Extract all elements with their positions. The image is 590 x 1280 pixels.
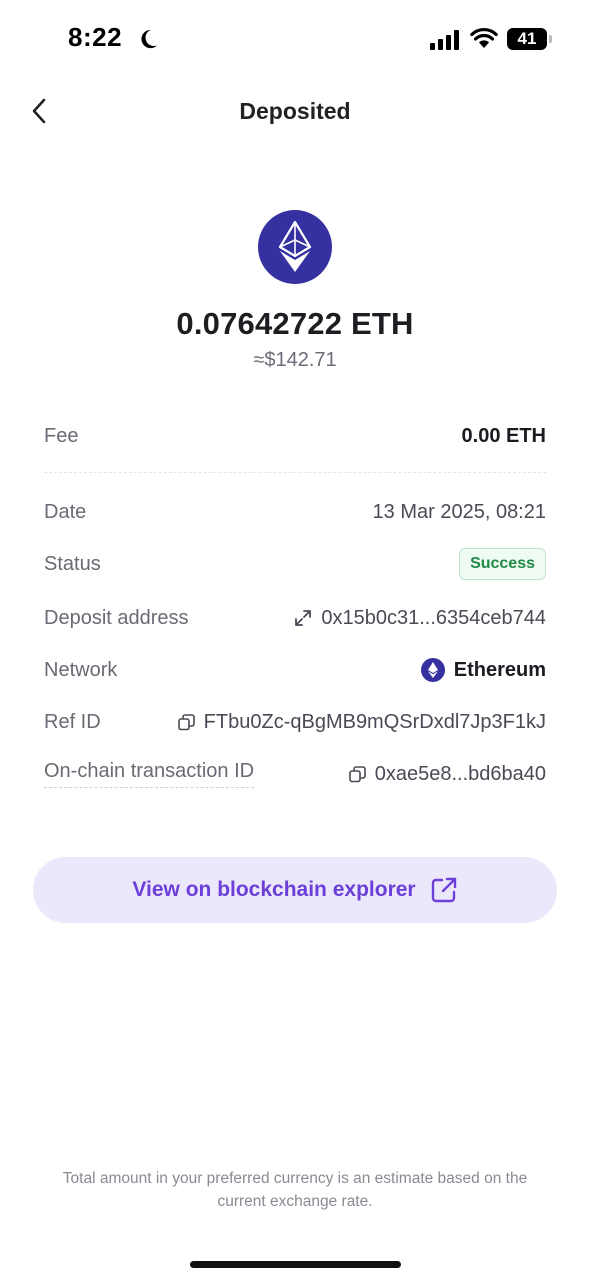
network-label: Network xyxy=(44,658,118,681)
ethereum-icon xyxy=(258,210,332,284)
tx-id-text: 0xae5e8...bd6ba40 xyxy=(374,762,546,785)
battery-icon: 41 xyxy=(507,28,552,50)
status-row: Status Success xyxy=(44,548,546,580)
fee-row: Fee 0.00 ETH xyxy=(44,421,546,451)
ref-id-row: Ref ID FTbu0Zc-qBgMB9mQSrDxdl7Jp3F1kJ xyxy=(44,707,546,737)
status-time: 8:22 xyxy=(68,22,123,52)
ethereum-small-icon xyxy=(420,658,445,682)
network-text: Ethereum xyxy=(453,658,546,681)
network-value: Ethereum xyxy=(420,658,546,682)
expand-arrows-icon[interactable] xyxy=(294,609,312,627)
network-row: Network Ethereum xyxy=(44,655,546,685)
battery-level: 41 xyxy=(517,29,537,48)
wifi-icon xyxy=(470,27,498,48)
ref-id-label: Ref ID xyxy=(44,710,101,733)
ref-id-value[interactable]: FTbu0Zc-qBgMB9mQSrDxdl7Jp3F1kJ xyxy=(177,710,546,734)
tx-id-label[interactable]: On-chain transaction ID xyxy=(44,760,255,788)
divider xyxy=(44,472,546,473)
external-link-icon xyxy=(431,877,456,903)
status-bar: 8:22 41 xyxy=(0,0,590,80)
status-badge: Success xyxy=(459,548,546,580)
date-row: Date 13 Mar 2025, 08:21 xyxy=(44,497,546,527)
fee-label: Fee xyxy=(44,424,79,447)
copy-icon[interactable] xyxy=(348,765,366,783)
home-indicator[interactable] xyxy=(190,1261,401,1268)
status-label: Status xyxy=(44,552,101,575)
tx-id-row: On-chain transaction ID 0xae5e8...bd6ba4… xyxy=(44,759,546,789)
deposit-address-text: 0x15b0c31...6354ceb744 xyxy=(321,606,546,629)
date-value: 13 Mar 2025, 08:21 xyxy=(372,500,546,523)
ref-id-text: FTbu0Zc-qBgMB9mQSrDxdl7Jp3F1kJ xyxy=(203,710,546,733)
explorer-button-label: View on blockchain explorer xyxy=(132,878,416,901)
deposit-address-label: Deposit address xyxy=(44,606,189,629)
fee-value: 0.00 ETH xyxy=(461,424,546,447)
exchange-rate-disclaimer: Total amount in your preferred currency … xyxy=(62,1170,528,1210)
moon-icon xyxy=(141,29,158,49)
fiat-amount: ≈$142.71 xyxy=(253,349,337,371)
tx-id-value[interactable]: 0xae5e8...bd6ba40 xyxy=(348,762,546,786)
copy-icon[interactable] xyxy=(177,713,195,731)
deposit-address-value[interactable]: 0x15b0c31...6354ceb744 xyxy=(294,607,546,630)
cellular-signal-icon xyxy=(430,30,459,50)
view-on-explorer-button[interactable]: View on blockchain explorer xyxy=(33,857,557,923)
crypto-amount: 0.07642722 ETH xyxy=(176,306,414,341)
deposit-address-row: Deposit address 0x15b0c31...6354ceb744 xyxy=(44,603,546,633)
page-title: Deposited xyxy=(239,98,351,124)
date-label: Date xyxy=(44,500,87,523)
header: Deposited xyxy=(0,86,590,138)
